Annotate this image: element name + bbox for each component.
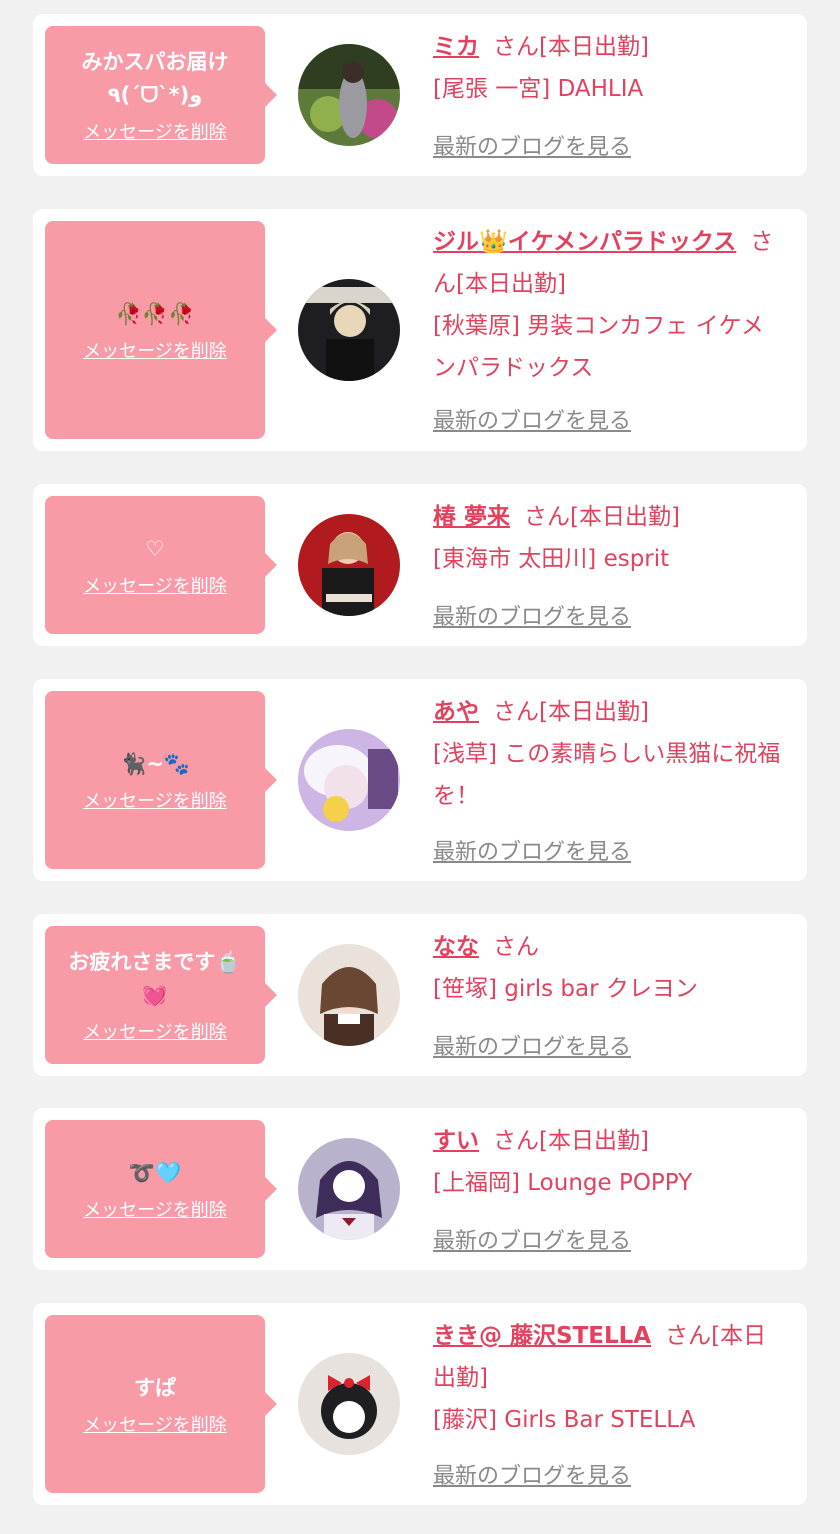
message-text: 🥀🥀🥀 [115,301,195,326]
message-list: みかスパお届け ٩(ˊᗜˋ*)و メッセージを削除 ミカ さん[本日出勤] [尾張… [0,0,840,1534]
message-text: 🐈‍⬛~🐾 [120,751,190,776]
avatar[interactable] [298,514,400,616]
latest-blog-link[interactable]: 最新のブログを見る [433,403,631,435]
message-text: お疲れさまです🍵 💓 [68,950,242,1007]
message-bubble: お疲れさまです🍵 💓 メッセージを削除 [45,926,277,1064]
message-bubble: ♡ メッセージを削除 [45,496,277,634]
message-text: ➰🩵 [128,1160,182,1185]
cast-name-link[interactable]: ジル👑イケメンパラドックス [433,229,736,255]
message-text: ♡ [145,536,165,561]
shop-name: [尾張 一宮] DAHLIA [433,76,644,102]
avatar[interactable] [298,944,400,1046]
message-card: ➰🩵 メッセージを削除 すい さん[本日出勤] [上福岡] Lounge POPP… [33,1108,807,1270]
latest-blog-link[interactable]: 最新のブログを見る [433,1029,631,1061]
latest-blog-link[interactable]: 最新のブログを見る [433,834,631,866]
card-info: 椿 夢来 さん[本日出勤] [東海市 太田川] esprit [433,496,783,580]
cast-name-link[interactable]: すい [433,1128,479,1154]
message-text: すぱ [134,1375,176,1400]
card-info: なな さん [笹塚] girls bar クレヨン [433,926,783,1010]
delete-message-link[interactable]: メッセージを削除 [83,337,227,363]
avatar[interactable] [298,1353,400,1455]
message-card: すぱ メッセージを削除 きき@ 藤沢STELLA さん[本日出勤] [藤沢] Gi… [33,1303,807,1505]
cast-name-link[interactable]: 椿 夢来 [433,504,510,530]
delete-message-link[interactable]: メッセージを削除 [83,118,227,144]
shop-name: [上福岡] Lounge POPPY [433,1170,693,1196]
card-info: あや さん[本日出勤] [浅草] この素晴らしい黒猫に祝福を！ [433,691,783,817]
avatar[interactable] [298,44,400,146]
cast-status: さん[本日出勤] [493,699,649,725]
cast-name-link[interactable]: ミカ [433,34,479,60]
delete-message-link[interactable]: メッセージを削除 [83,1196,227,1222]
message-bubble: みかスパお届け ٩(ˊᗜˋ*)و メッセージを削除 [45,26,277,164]
cast-status: さん[本日出勤] [493,34,649,60]
message-text: みかスパお届け ٩(ˊᗜˋ*)و [81,50,229,107]
cast-name-link[interactable]: あや [433,699,479,725]
message-card: 🥀🥀🥀 メッセージを削除 ジル👑イケメンパラドックス さん[本日出勤] [秋葉原]… [33,209,807,451]
delete-message-link[interactable]: メッセージを削除 [83,787,227,813]
card-info: ジル👑イケメンパラドックス さん[本日出勤] [秋葉原] 男装コンカフェ イケメン… [433,221,783,389]
card-info: きき@ 藤沢STELLA さん[本日出勤] [藤沢] Girls Bar STEL… [433,1315,783,1441]
message-card: お疲れさまです🍵 💓 メッセージを削除 なな さん [笹塚] girls bar … [33,914,807,1076]
avatar[interactable] [298,1138,400,1240]
message-bubble: 🐈‍⬛~🐾 メッセージを削除 [45,691,277,869]
message-card: 🐈‍⬛~🐾 メッセージを削除 あや さん[本日出勤] [浅草] この素晴らしい黒猫… [33,679,807,881]
message-bubble: すぱ メッセージを削除 [45,1315,277,1493]
latest-blog-link[interactable]: 最新のブログを見る [433,129,631,161]
latest-blog-link[interactable]: 最新のブログを見る [433,599,631,631]
shop-name: [東海市 太田川] esprit [433,546,670,572]
shop-name: [浅草] この素晴らしい黒猫に祝福を！ [433,741,781,809]
card-info: すい さん[本日出勤] [上福岡] Lounge POPPY [433,1120,783,1204]
shop-name: [笹塚] girls bar クレヨン [433,976,698,1002]
latest-blog-link[interactable]: 最新のブログを見る [433,1223,631,1255]
cast-name-link[interactable]: なな [433,934,479,960]
shop-name: [藤沢] Girls Bar STELLA [433,1407,696,1433]
cast-status: さん[本日出勤] [524,504,680,530]
delete-message-link[interactable]: メッセージを削除 [83,572,227,598]
delete-message-link[interactable]: メッセージを削除 [83,1018,227,1044]
message-card: ♡ メッセージを削除 椿 夢来 さん[本日出勤] [東海市 太田川] esprit… [33,484,807,646]
delete-message-link[interactable]: メッセージを削除 [83,1411,227,1437]
avatar[interactable] [298,729,400,831]
message-card: みかスパお届け ٩(ˊᗜˋ*)و メッセージを削除 ミカ さん[本日出勤] [尾張… [33,14,807,176]
message-bubble: 🥀🥀🥀 メッセージを削除 [45,221,277,439]
cast-status: さん[本日出勤] [493,1128,649,1154]
card-info: ミカ さん[本日出勤] [尾張 一宮] DAHLIA [433,26,783,110]
latest-blog-link[interactable]: 最新のブログを見る [433,1458,631,1490]
avatar[interactable] [298,279,400,381]
cast-status: さん [493,934,539,960]
shop-name: [秋葉原] 男装コンカフェ イケメンパラドックス [433,313,764,381]
message-bubble: ➰🩵 メッセージを削除 [45,1120,277,1258]
cast-name-link[interactable]: きき@ 藤沢STELLA [433,1323,651,1349]
